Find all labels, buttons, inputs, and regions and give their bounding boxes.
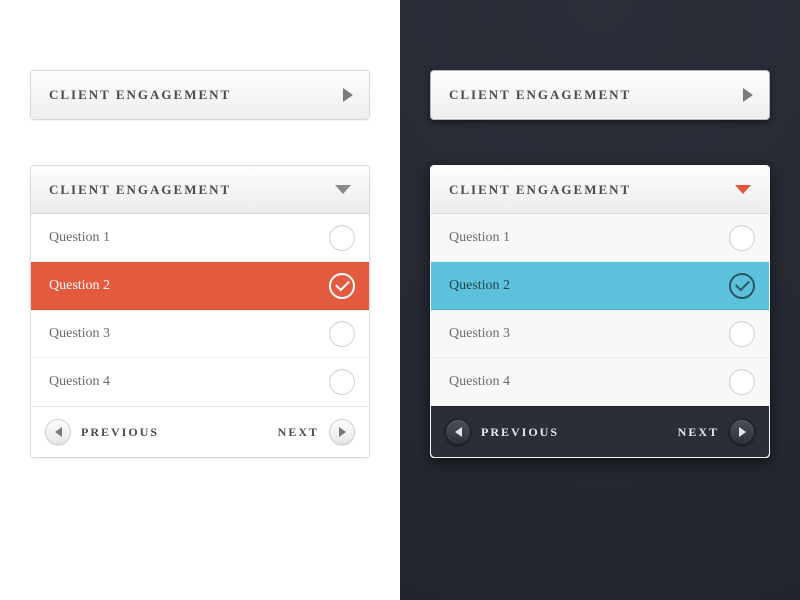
list-item-label: Question 4	[449, 374, 510, 390]
arrow-left-icon	[445, 419, 471, 445]
list-item-label: Question 3	[49, 326, 110, 342]
chevron-right-icon	[343, 88, 353, 102]
list-item[interactable]: Question 2	[31, 262, 369, 310]
dropdown-header-label: CLIENT ENGAGEMENT	[49, 182, 231, 198]
dropdown-closed-label: CLIENT ENGAGEMENT	[49, 87, 231, 103]
radio-icon	[729, 225, 755, 251]
card-footer: PREVIOUS NEXT	[31, 406, 369, 457]
dropdown-closed[interactable]: CLIENT ENGAGEMENT	[30, 70, 370, 120]
list-item[interactable]: Question 4	[431, 358, 769, 406]
check-icon	[729, 273, 755, 299]
dropdown-header[interactable]: CLIENT ENGAGEMENT	[431, 166, 769, 214]
dropdown-header-label: CLIENT ENGAGEMENT	[449, 182, 631, 198]
list-item-label: Question 2	[449, 278, 510, 294]
list-item[interactable]: Question 1	[31, 214, 369, 262]
list-item[interactable]: Question 3	[431, 310, 769, 358]
radio-icon	[329, 321, 355, 347]
previous-label: PREVIOUS	[481, 425, 559, 440]
card-footer: PREVIOUS NEXT	[431, 406, 769, 457]
arrow-right-icon	[329, 419, 355, 445]
panel-dark: CLIENT ENGAGEMENT CLIENT ENGAGEMENT Ques…	[400, 0, 800, 600]
arrow-right-icon	[729, 419, 755, 445]
previous-button[interactable]: PREVIOUS	[45, 419, 159, 445]
dropdown-closed-label: CLIENT ENGAGEMENT	[449, 87, 631, 103]
next-label: NEXT	[678, 425, 719, 440]
next-button[interactable]: NEXT	[678, 419, 755, 445]
radio-icon	[729, 369, 755, 395]
list-item-label: Question 1	[449, 230, 510, 246]
list-item-label: Question 3	[449, 326, 510, 342]
dropdown-open-card: CLIENT ENGAGEMENT Question 1 Question 2 …	[430, 165, 770, 458]
list-item[interactable]: Question 1	[431, 214, 769, 262]
option-list: Question 1 Question 2 Question 3 Questio…	[31, 214, 369, 406]
previous-label: PREVIOUS	[81, 425, 159, 440]
chevron-right-icon	[743, 88, 753, 102]
chevron-down-icon	[735, 185, 751, 194]
radio-icon	[329, 225, 355, 251]
arrow-left-icon	[45, 419, 71, 445]
previous-button[interactable]: PREVIOUS	[445, 419, 559, 445]
list-item-label: Question 2	[49, 278, 110, 294]
dropdown-open-card: CLIENT ENGAGEMENT Question 1 Question 2 …	[30, 165, 370, 458]
panel-light: CLIENT ENGAGEMENT CLIENT ENGAGEMENT Ques…	[0, 0, 400, 600]
option-list: Question 1 Question 2 Question 3 Questio…	[431, 214, 769, 406]
list-item[interactable]: Question 3	[31, 310, 369, 358]
list-item-label: Question 1	[49, 230, 110, 246]
list-item[interactable]: Question 4	[31, 358, 369, 406]
dropdown-closed[interactable]: CLIENT ENGAGEMENT	[430, 70, 770, 120]
radio-icon	[729, 321, 755, 347]
dropdown-header[interactable]: CLIENT ENGAGEMENT	[31, 166, 369, 214]
next-label: NEXT	[278, 425, 319, 440]
list-item-label: Question 4	[49, 374, 110, 390]
chevron-down-icon	[335, 185, 351, 194]
check-icon	[329, 273, 355, 299]
next-button[interactable]: NEXT	[278, 419, 355, 445]
list-item[interactable]: Question 2	[431, 262, 769, 310]
radio-icon	[329, 369, 355, 395]
